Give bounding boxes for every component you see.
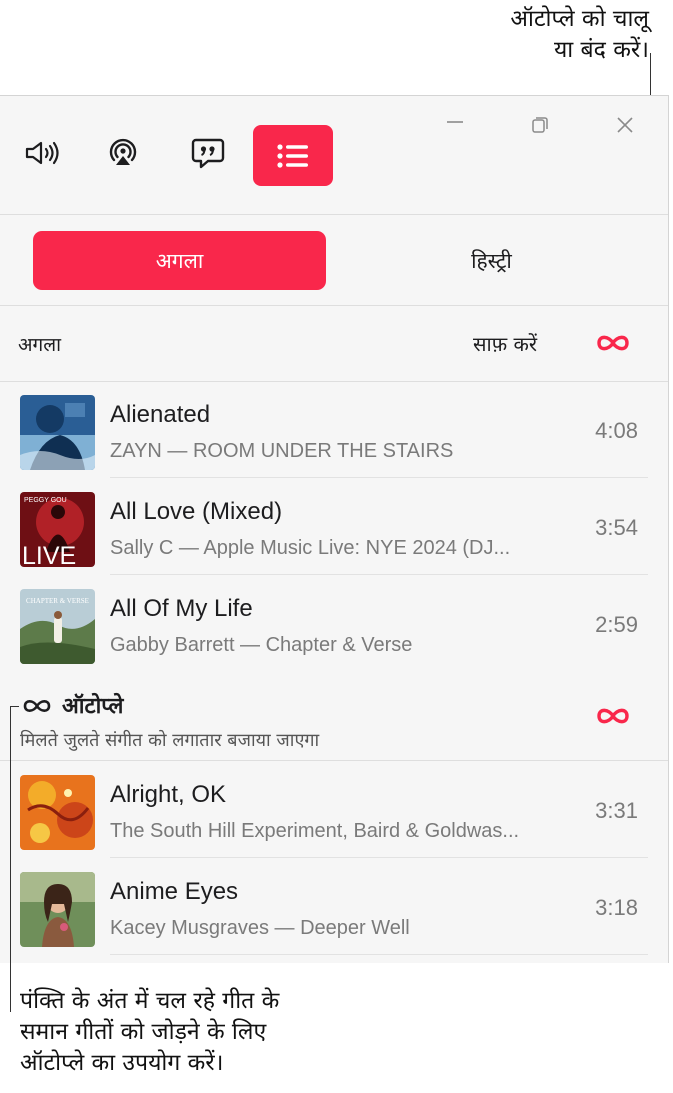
track-title: All Of My Life	[110, 595, 253, 622]
album-art	[20, 395, 95, 470]
autoplay-row[interactable]: Anime Eyes Kacey Musgraves — Deeper Well…	[0, 858, 668, 955]
tab-up-next[interactable]: अगला	[33, 231, 326, 290]
queue-row[interactable]: PEGGY GOU LIVE All Love (Mixed) Sally C …	[0, 478, 668, 575]
autoplay-infinity-icon	[20, 696, 54, 720]
album-art-caption: LIVE	[22, 542, 76, 567]
track-subtitle: Gabby Barrett — Chapter & Verse	[110, 634, 413, 656]
explanation-line-2: समान गीतों को जोड़ने के लिए	[20, 1019, 267, 1045]
track-title: Alienated	[110, 401, 211, 428]
infinity-icon[interactable]	[594, 332, 632, 358]
album-art-caption: CHAPTER & VERSE	[26, 597, 89, 605]
track-title: All Love (Mixed)	[110, 498, 283, 525]
autoplay-heading: ऑटोप्ले	[62, 694, 124, 719]
album-art	[20, 775, 95, 850]
clear-queue-button[interactable]: साफ़ करें	[473, 330, 537, 357]
autoplay-callout-line-2: या बंद करें।	[553, 37, 649, 63]
autoplay-callout-line-1: ऑटोप्ले को चालू	[510, 6, 649, 32]
track-title: Anime Eyes	[110, 878, 239, 905]
autoplay-description: मिलते जुलते संगीत को लगातार बजाया जाएगा	[20, 730, 320, 751]
album-art	[20, 872, 95, 947]
up-next-heading: अगला	[18, 334, 62, 356]
queue-row[interactable]: Alienated ZAYN — ROOM UNDER THE STAIRS 4…	[0, 381, 668, 478]
track-duration: 2:59	[595, 612, 638, 637]
track-subtitle: The South Hill Experiment, Baird & Goldw…	[110, 820, 520, 842]
restore-icon[interactable]	[526, 111, 554, 139]
track-duration: 3:18	[595, 895, 638, 920]
queue-list-icon[interactable]	[253, 125, 333, 186]
minimize-icon[interactable]	[441, 108, 469, 136]
track-duration: 3:31	[595, 798, 638, 823]
row-divider	[110, 954, 648, 955]
speaker-volume-icon[interactable]	[21, 127, 65, 179]
track-duration: 3:54	[595, 515, 638, 540]
lyrics-quote-icon[interactable]	[186, 127, 230, 179]
track-subtitle: Sally C — Apple Music Live: NYE 2024 (DJ…	[110, 537, 511, 559]
track-title: Alright, OK	[110, 781, 227, 808]
autoplay-row[interactable]: Alright, OK The South Hill Experiment, B…	[0, 761, 668, 858]
queue-row[interactable]: CHAPTER & VERSE All Of My Life Gabby Bar…	[0, 575, 668, 672]
album-art: CHAPTER & VERSE	[20, 589, 95, 664]
tabs-divider	[0, 305, 668, 306]
explanation-line-1: पंक्ति के अंत में चल रहे गीत के	[20, 988, 280, 1014]
airplay-icon[interactable]	[101, 127, 145, 179]
tab-history[interactable]: हिस्ट्री	[345, 231, 638, 290]
track-duration: 4:08	[595, 418, 638, 443]
track-subtitle: ZAYN — ROOM UNDER THE STAIRS	[110, 440, 454, 462]
autoplay-explanation-callout: पंक्ति के अंत में चल रहे गीत के समान गीत…	[20, 986, 279, 1079]
album-art: PEGGY GOU LIVE	[20, 492, 95, 567]
screenshot-stage: ऑटोप्ले को चालू या बंद करें। अगला हिस्ट्…	[0, 0, 673, 1093]
album-art-badge: PEGGY GOU	[24, 497, 67, 504]
callout-leader-line	[10, 706, 11, 1012]
toolbar-divider	[0, 214, 668, 215]
explanation-line-3: ऑटोप्ले का उपयोग करें।	[20, 1050, 224, 1076]
track-subtitle: Kacey Musgraves — Deeper Well	[110, 917, 410, 939]
autoplay-callout: ऑटोप्ले को चालू या बंद करें।	[510, 4, 649, 66]
close-icon[interactable]	[611, 111, 639, 139]
callout-leader-line	[10, 706, 19, 707]
autoplay-toggle-icon[interactable]	[594, 705, 632, 731]
